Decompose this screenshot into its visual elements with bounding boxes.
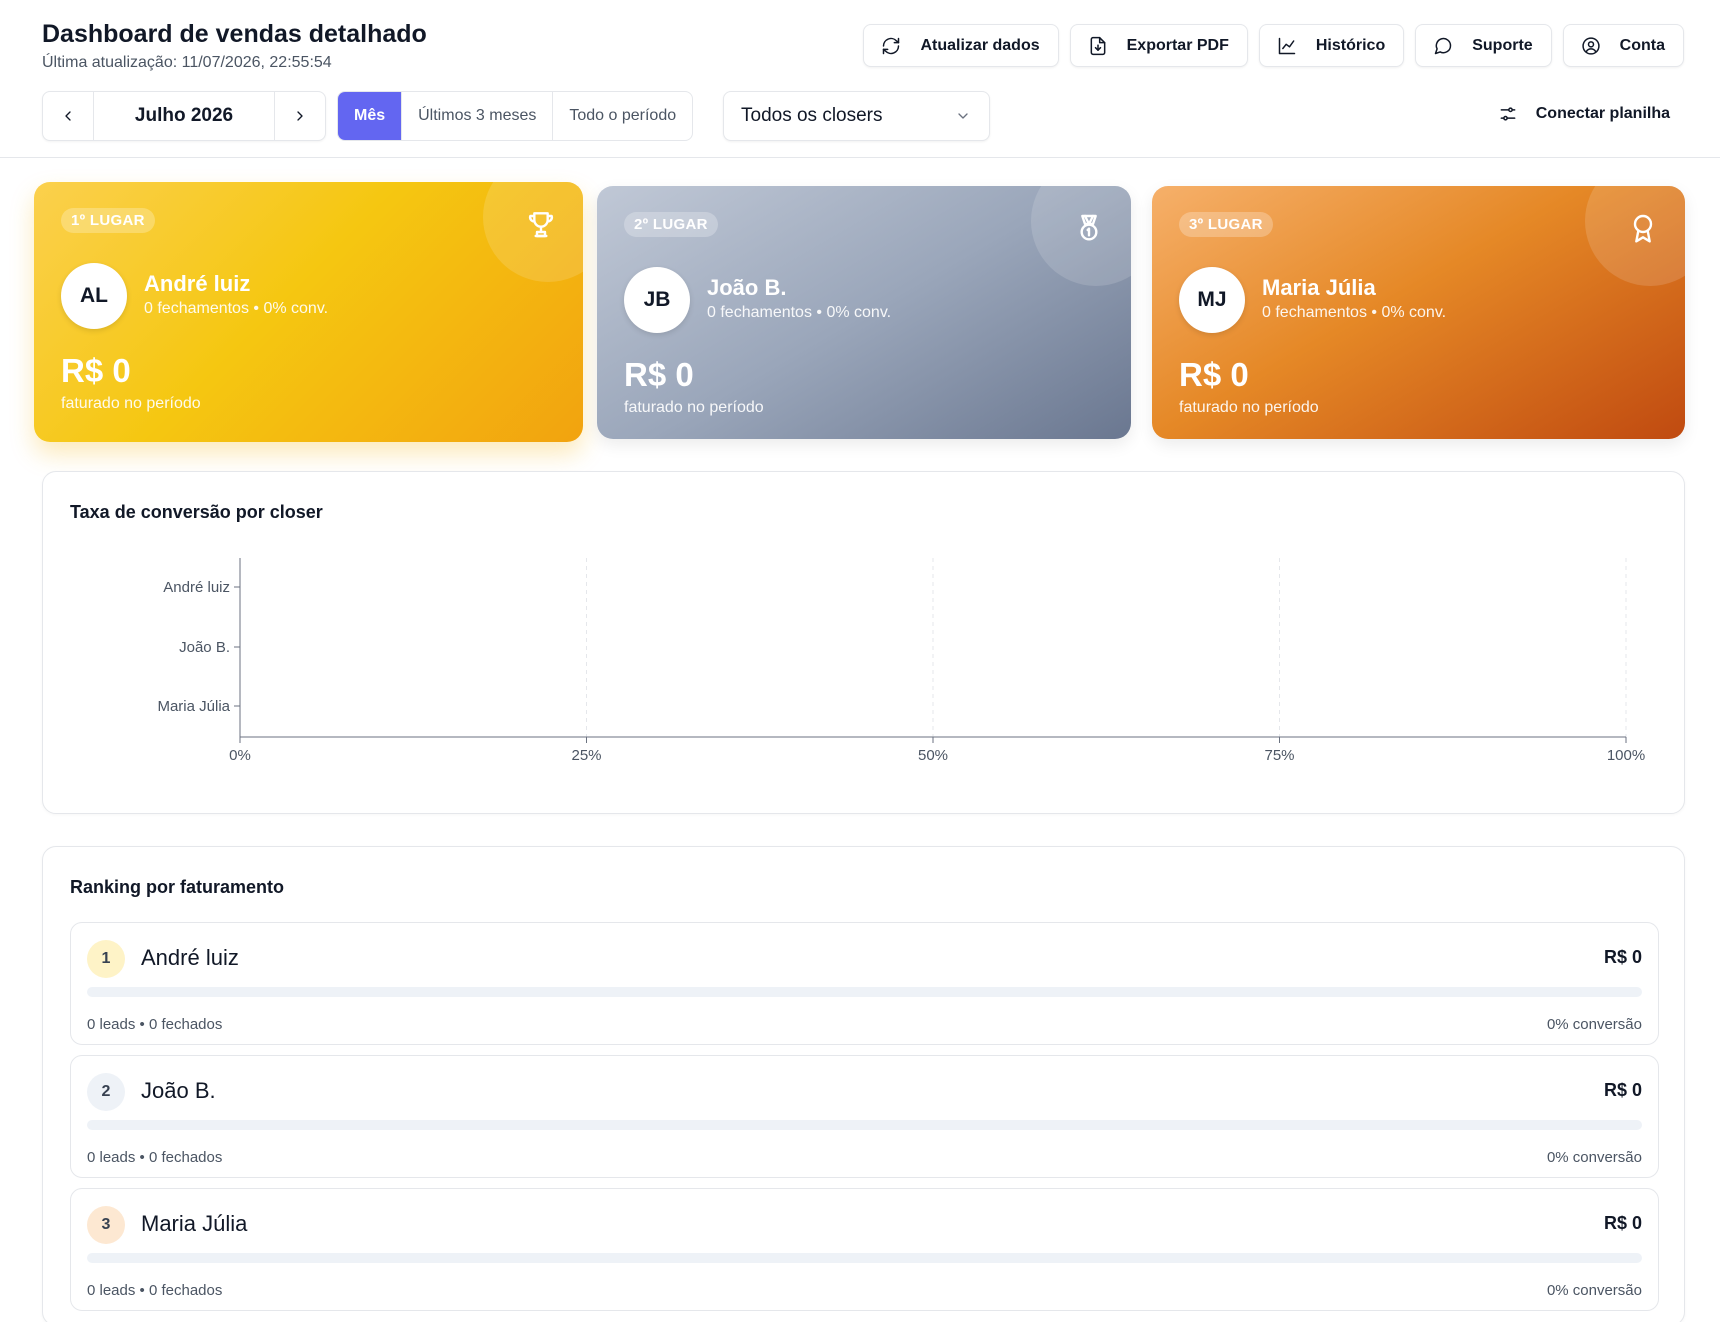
- revenue-caption: faturado no período: [1179, 399, 1319, 416]
- tab-month[interactable]: Mês: [338, 92, 402, 140]
- refresh-data-button[interactable]: Atualizar dados: [863, 24, 1059, 67]
- place-badge: 1º LUGAR: [61, 208, 155, 233]
- ranking-panel: Ranking por faturamento 1 André luiz R$ …: [42, 846, 1685, 1322]
- rank-name: Maria Júlia: [141, 1211, 248, 1236]
- rank-conversion: 0% conversão: [1546, 1282, 1642, 1299]
- refresh-icon: [880, 35, 902, 57]
- history-label: Histórico: [1315, 36, 1386, 54]
- closer-meta: 0 fechamentos • 0% conv.: [707, 304, 892, 321]
- avatar: AL: [61, 263, 127, 329]
- ranking-row[interactable]: 2 João B. R$ 0 0 leads • 0 fechados 0% c…: [70, 1055, 1659, 1178]
- conversion-chart-panel: Taxa de conversão por closer 0% 25% 50% 75%…: [42, 471, 1685, 814]
- period-tabs: Mês Últimos 3 meses Todo o período: [337, 91, 694, 141]
- account-label: Conta: [1619, 36, 1665, 54]
- page-header: Dashboard de vendas detalhado Última atu…: [0, 0, 1720, 158]
- sliders-icon: [1498, 104, 1518, 124]
- closer-name: Maria Júlia: [1262, 275, 1376, 300]
- rank-amount: R$ 0: [1603, 947, 1642, 967]
- x-tick-label: 0%: [229, 747, 251, 764]
- rank-stats: 0 leads • 0 fechados: [87, 1149, 223, 1166]
- ranking-row[interactable]: 3 Maria Júlia R$ 0 0 leads • 0 fechados …: [70, 1188, 1659, 1311]
- rank-badge: 2: [87, 1073, 125, 1111]
- x-tick-label: 25%: [571, 747, 601, 764]
- closer-select-value: Todos os closers: [741, 105, 883, 126]
- connect-spreadsheet-button[interactable]: Conectar planilha: [1498, 104, 1670, 124]
- rank-name: João B.: [141, 1078, 216, 1103]
- progress-bar: [87, 1253, 1642, 1263]
- podium-card-first: 1º LUGAR AL André luiz 0 fechamentos • 0…: [34, 182, 583, 442]
- x-tick-label: 50%: [918, 747, 948, 764]
- progress-bar: [87, 1120, 1642, 1130]
- page-title: Dashboard de vendas detalhado: [42, 20, 427, 48]
- rank-name: André luiz: [141, 945, 239, 970]
- progress-bar: [87, 987, 1642, 997]
- next-month-button[interactable]: [275, 92, 325, 140]
- x-tick-label: 75%: [1264, 747, 1294, 764]
- revenue-amount: R$ 0: [624, 356, 694, 393]
- rank-conversion: 0% conversão: [1546, 1149, 1642, 1166]
- x-tick-label: 100%: [1607, 747, 1645, 764]
- top-actions: Atualizar dados Exportar PDF Histórico S…: [863, 24, 1684, 67]
- month-navigator: Julho 2026: [42, 91, 326, 141]
- podium-card-third: 3º LUGAR MJ Maria Júlia 0 fechamentos • …: [1152, 186, 1685, 439]
- chevron-down-icon: [958, 113, 968, 119]
- place-badge: 2º LUGAR: [624, 212, 718, 237]
- ranking-title: Ranking por faturamento: [70, 877, 285, 897]
- rank-stats: 0 leads • 0 fechados: [87, 1016, 223, 1033]
- previous-month-button[interactable]: [43, 92, 93, 140]
- medal-icon: [1073, 212, 1105, 244]
- trophy-icon: [525, 208, 557, 240]
- file-download-icon: [1087, 35, 1109, 57]
- closer-meta: 0 fechamentos • 0% conv.: [144, 300, 329, 317]
- chevron-left-icon: [65, 111, 71, 121]
- rank-stats: 0 leads • 0 fechados: [87, 1282, 223, 1299]
- podium-card-second: 2º LUGAR JB João B. 0 fechamentos • 0% c…: [597, 186, 1131, 439]
- award-icon: [1627, 212, 1659, 244]
- export-pdf-label: Exportar PDF: [1126, 36, 1229, 54]
- rank-amount: R$ 0: [1603, 1213, 1642, 1233]
- rank-amount: R$ 0: [1603, 1080, 1642, 1100]
- refresh-data-label: Atualizar dados: [920, 36, 1040, 54]
- closer-name: André luiz: [144, 271, 251, 296]
- message-circle-icon: [1432, 35, 1454, 57]
- place-badge: 3º LUGAR: [1179, 212, 1273, 237]
- y-tick-label: João B.: [179, 639, 230, 656]
- revenue-caption: faturado no período: [61, 395, 201, 412]
- conversion-bar-chart: 0% 25% 50% 75% 100% André luiz João B. Maria Jú…: [157, 558, 1645, 764]
- closer-name: João B.: [707, 275, 787, 300]
- chevron-right-icon: [297, 111, 303, 121]
- revenue-amount: R$ 0: [61, 352, 131, 389]
- closer-meta: 0 fechamentos • 0% conv.: [1262, 304, 1447, 321]
- last-updated-text: Última atualização: 11/07/2026, 22:55:54: [42, 54, 332, 71]
- rank-conversion: 0% conversão: [1546, 1016, 1642, 1033]
- support-label: Suporte: [1472, 36, 1533, 54]
- support-button[interactable]: Suporte: [1415, 24, 1552, 67]
- tab-all-time[interactable]: Todo o período: [552, 92, 692, 140]
- tab-last-3-months[interactable]: Últimos 3 meses: [401, 92, 552, 140]
- ranking-row[interactable]: 1 André luiz R$ 0 0 leads • 0 fechados 0…: [70, 922, 1659, 1045]
- closer-select[interactable]: Todos os closers: [723, 91, 990, 141]
- line-chart-icon: [1276, 35, 1298, 57]
- user-circle-icon: [1580, 35, 1602, 57]
- rank-badge: 3: [87, 1206, 125, 1244]
- revenue-caption: faturado no período: [624, 399, 764, 416]
- revenue-amount: R$ 0: [1179, 356, 1249, 393]
- avatar: MJ: [1179, 267, 1245, 333]
- avatar: JB: [624, 267, 690, 333]
- y-tick-label: Maria Júlia: [157, 698, 230, 715]
- export-pdf-button[interactable]: Exportar PDF: [1069, 24, 1248, 67]
- y-tick-label: André luiz: [163, 579, 230, 596]
- history-button[interactable]: Histórico: [1258, 24, 1405, 67]
- connect-spreadsheet-label: Conectar planilha: [1535, 105, 1670, 122]
- account-button[interactable]: Conta: [1562, 24, 1684, 67]
- rank-badge: 1: [87, 940, 125, 978]
- current-month: Julho 2026: [93, 92, 275, 140]
